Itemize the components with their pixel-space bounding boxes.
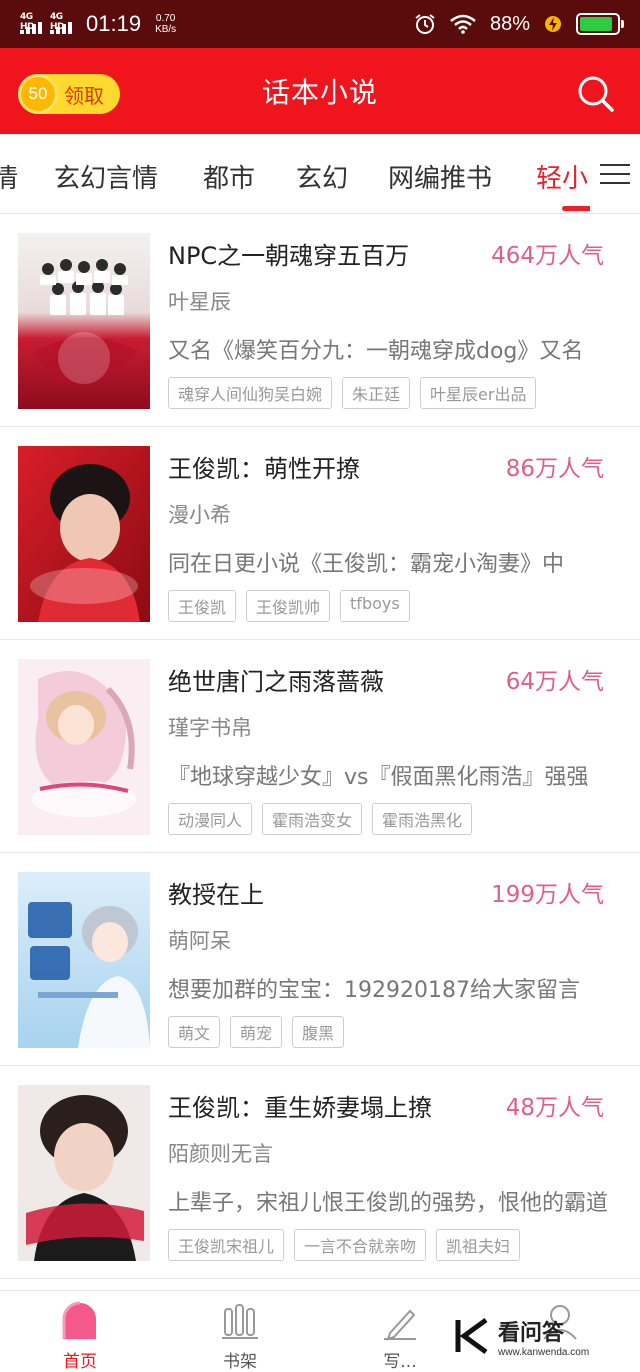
book-description: 想要加群的宝宝：192920187给大家留言: [168, 978, 580, 1003]
book-author: 叶星辰: [168, 290, 231, 314]
book-tag[interactable]: tfboys: [340, 590, 410, 622]
clock: 01:19: [86, 11, 142, 36]
book-popularity: 48万人气: [505, 1095, 604, 1121]
book-tag[interactable]: 朱正廷: [342, 377, 411, 409]
book-tag[interactable]: 霍雨浩变女: [262, 803, 363, 835]
page-title: 话本小说: [261, 76, 378, 109]
book-cover[interactable]: [18, 1085, 150, 1261]
alarm-icon: [415, 14, 435, 34]
claim-coins-button[interactable]: 50 领取: [18, 74, 120, 114]
book-tag[interactable]: 动漫同人: [168, 803, 253, 835]
coin-count: 50: [28, 84, 48, 103]
book-popularity: 199万人气: [491, 882, 604, 908]
book-cover[interactable]: [18, 233, 150, 409]
tab-fantasy[interactable]: 玄幻: [296, 158, 348, 195]
book-author: 陌颜则无言: [168, 1142, 273, 1166]
book-tag[interactable]: 霍雨浩黑化: [372, 803, 473, 835]
category-menu-icon[interactable]: [590, 134, 640, 213]
book-list-item[interactable]: NPC之一朝魂穿五百万 464万人气 叶星辰 又名《爆笑百分九：一朝魂穿成dog…: [0, 214, 640, 427]
book-tag[interactable]: 一言不合就亲吻: [294, 1229, 427, 1261]
book-tag[interactable]: 王俊凯帅: [246, 590, 331, 622]
book-title: NPC之一朝魂穿五百万: [168, 242, 410, 270]
book-description: 『地球穿越少女』vs『假面黑化雨浩』强强: [168, 765, 589, 790]
book-cover[interactable]: [18, 872, 150, 1048]
battery-level: [580, 17, 612, 31]
tab-light-novel[interactable]: 轻小: [536, 158, 588, 195]
nav-home[interactable]: 首页: [20, 1291, 140, 1372]
wifi-icon: [450, 14, 476, 34]
network-speed: 0.70 KB/s: [155, 13, 176, 35]
book-author: 瑾字书帛: [168, 716, 252, 740]
book-title: 绝世唐门之雨落蔷薇: [168, 668, 384, 696]
app-header: 50 领取 话本小说: [0, 48, 640, 134]
book-tag[interactable]: 萌宠: [230, 1016, 283, 1048]
status-bar: 4G HD 4G HD 01:19 0.70 KB/s 88%: [0, 0, 640, 48]
book-list-item[interactable]: 王俊凯：萌性开撩 86万人气 漫小希 同在日更小说《王俊凯：霸宠小淘妻》中 王俊…: [0, 427, 640, 640]
book-tag[interactable]: 腹黑: [292, 1016, 345, 1048]
book-tag[interactable]: 王俊凯: [168, 590, 237, 622]
book-author: 漫小希: [168, 503, 231, 527]
book-author: 萌阿呆: [168, 929, 231, 953]
charging-icon: [545, 16, 561, 32]
tab-urban[interactable]: 都市: [203, 158, 255, 195]
watermark-url: www.kanwenda.com: [498, 1346, 590, 1358]
cellular-signal-icon: 4G HD: [20, 12, 42, 34]
battery-icon: [576, 13, 624, 35]
book-title: 王俊凯：重生娇妻塌上撩: [168, 1094, 432, 1122]
book-tag[interactable]: 叶星辰er出品: [420, 377, 537, 409]
category-tabs: 情 玄幻言情 都市 玄幻 网编推书 轻小: [0, 134, 640, 214]
search-icon[interactable]: [576, 74, 616, 114]
bookshelf-icon: [222, 1304, 258, 1339]
tab-fantasy-romance[interactable]: 玄幻言情: [54, 158, 158, 195]
book-popularity: 64万人气: [505, 669, 604, 695]
nav-write[interactable]: 写...: [340, 1291, 460, 1372]
book-tag[interactable]: 魂穿人间仙狗吴白婉: [168, 377, 333, 409]
tab-romance[interactable]: 情: [0, 158, 18, 195]
nav-write-label: 写...: [383, 1352, 417, 1372]
book-description: 同在日更小说《王俊凯：霸宠小淘妻》中: [168, 552, 565, 577]
book-cover[interactable]: [18, 659, 150, 835]
book-title: 王俊凯：萌性开撩: [168, 455, 360, 483]
book-tag[interactable]: 凯祖夫妇: [436, 1229, 521, 1261]
book-popularity: 86万人气: [505, 456, 604, 482]
book-tag[interactable]: 王俊凯宋祖儿: [168, 1229, 285, 1261]
book-list-item[interactable]: 绝世唐门之雨落蔷薇 64万人气 瑾字书帛 『地球穿越少女』vs『假面黑化雨浩』强…: [0, 640, 640, 853]
book-description: 又名《爆笑百分九：一朝魂穿成dog》又名: [168, 339, 584, 364]
network-speed-value: 0.70: [155, 13, 176, 24]
nav-bookshelf[interactable]: 书架: [180, 1291, 300, 1372]
battery-percentage: 88%: [489, 12, 530, 35]
pen-icon: [384, 1309, 416, 1341]
tab-editor-picks[interactable]: 网编推书: [388, 158, 492, 195]
book-tag[interactable]: 萌文: [168, 1016, 221, 1048]
watermark-text: 看问答: [498, 1320, 565, 1346]
book-cover[interactable]: [18, 446, 150, 622]
book-list-item[interactable]: 教授在上 199万人气 萌阿呆 想要加群的宝宝：192920187给大家留言 萌…: [0, 853, 640, 1066]
home-icon: [62, 1301, 96, 1339]
claim-label: 领取: [64, 83, 104, 108]
network-speed-unit: KB/s: [155, 24, 177, 35]
kanwenda-logo-icon: [455, 1317, 488, 1355]
book-description: 上辈子，宋祖儿恨王俊凯的强势，恨他的霸道: [168, 1191, 609, 1216]
watermark: 看问答 www.kanwenda.com: [452, 1310, 612, 1362]
coin-icon: 50: [18, 74, 58, 114]
book-list-item[interactable]: 王俊凯：重生娇妻塌上撩 48万人气 陌颜则无言 上辈子，宋祖儿恨王俊凯的强势，恨…: [0, 1066, 640, 1279]
book-popularity: 464万人气: [491, 243, 604, 269]
nav-bookshelf-label: 书架: [223, 1352, 257, 1372]
book-title: 教授在上: [168, 881, 264, 909]
nav-home-label: 首页: [63, 1352, 97, 1372]
cellular-signal-icon: 4G HD: [50, 12, 72, 34]
